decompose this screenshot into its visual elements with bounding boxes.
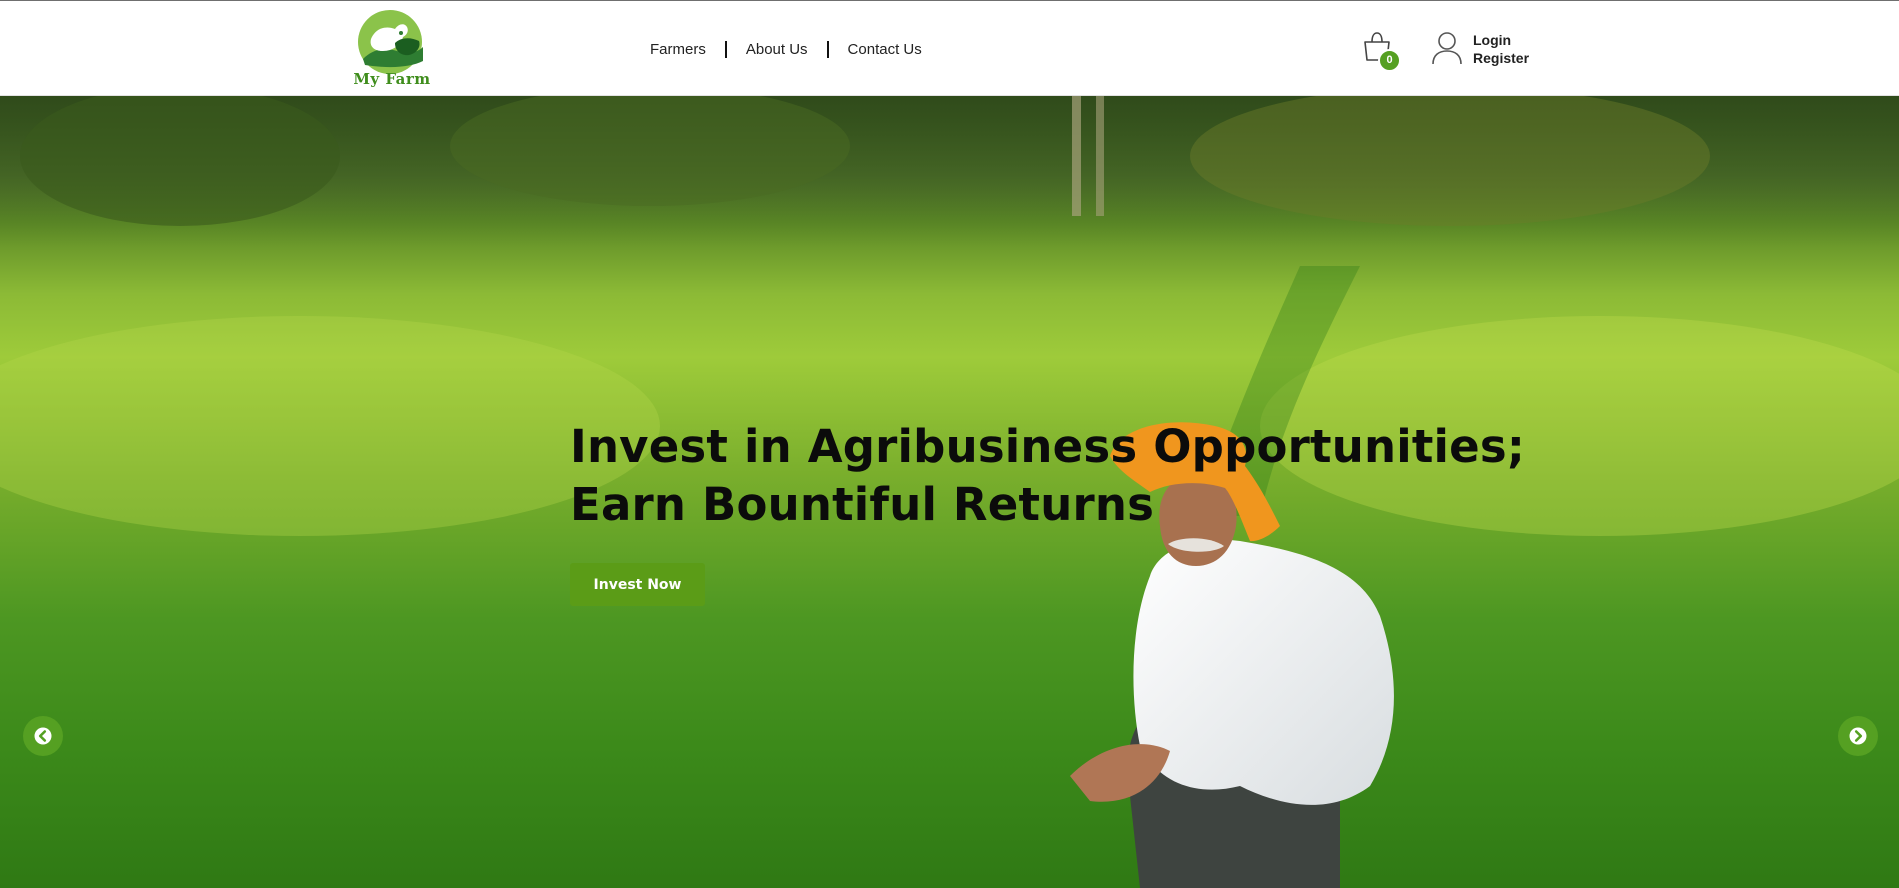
hero-headline-line-1: Invest in Agribusiness Opportunities; [570, 420, 1526, 473]
nav-contact-us-link[interactable]: Contact Us [848, 41, 922, 58]
chevron-right-circle-icon [1849, 727, 1867, 745]
user-icon[interactable] [1432, 31, 1462, 65]
account-links: Login Register [1473, 31, 1529, 67]
site-header: My Farm Farmers About Us Contact Us 0 Lo… [0, 1, 1899, 96]
carousel-prev-button[interactable] [23, 716, 63, 756]
main-nav: Farmers About Us Contact Us [650, 39, 922, 59]
chevron-left-circle-icon [34, 727, 52, 745]
login-link[interactable]: Login [1473, 31, 1529, 49]
nav-about-us-link[interactable]: About Us [746, 41, 808, 58]
invest-now-button[interactable]: Invest Now [570, 563, 705, 606]
brand-name: My Farm [353, 70, 431, 88]
logo[interactable]: My Farm [350, 9, 432, 89]
hero-headline-line-2: Earn Bountiful Returns [570, 478, 1155, 531]
nav-divider [826, 40, 829, 58]
nav-farmers-link[interactable]: Farmers [650, 41, 706, 58]
cart-count-badge: 0 [1378, 49, 1401, 72]
farm-animals-icon [358, 10, 423, 74]
cart-button[interactable]: 0 [1362, 31, 1402, 72]
hero-banner: Invest in Agribusiness Opportunities; Ea… [0, 96, 1899, 888]
carousel-next-button[interactable] [1838, 716, 1878, 756]
hero-headline: Invest in Agribusiness Opportunities; Ea… [570, 418, 1525, 534]
nav-divider [724, 40, 727, 58]
register-link[interactable]: Register [1473, 49, 1529, 67]
